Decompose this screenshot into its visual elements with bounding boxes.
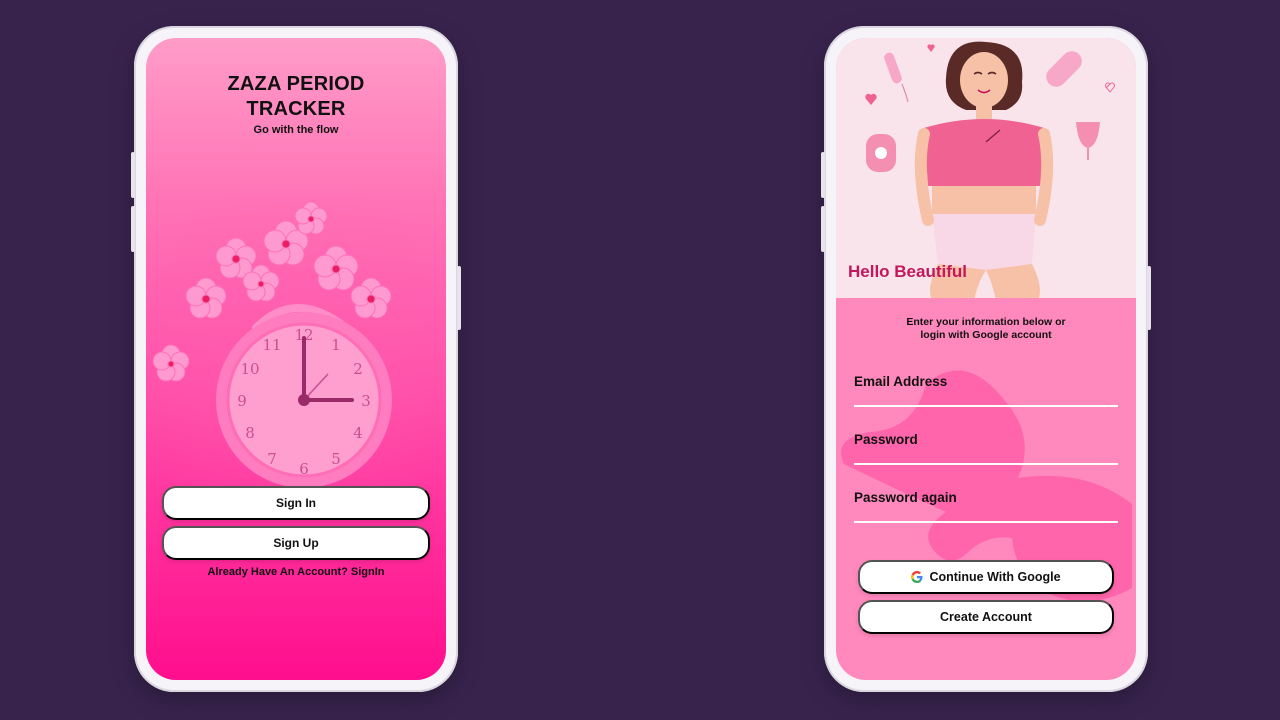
phone-volume-button bbox=[131, 152, 135, 198]
email-field: Email Address bbox=[854, 374, 1118, 407]
phone-volume-button bbox=[821, 152, 825, 198]
field-underline bbox=[854, 405, 1118, 407]
welcome-screen: ZAZA PERIOD TRACKER Go with the flow 12 … bbox=[146, 38, 446, 680]
svg-text:3: 3 bbox=[361, 392, 371, 410]
phone-power-button bbox=[457, 266, 461, 330]
password-field: Password bbox=[854, 432, 1118, 465]
phone-power-button bbox=[1147, 266, 1151, 330]
field-underline bbox=[854, 521, 1118, 523]
intro-line: login with Google account bbox=[920, 329, 1052, 341]
already-have-account-link[interactable]: Already Have An Account? SignIn bbox=[146, 566, 446, 578]
signup-form: Enter your information below or login wi… bbox=[836, 298, 1136, 680]
woman-illustration bbox=[865, 41, 1115, 300]
field-underline bbox=[854, 463, 1118, 465]
tampon-icon bbox=[884, 52, 909, 103]
phone-frame-signup: Hello Beautiful Enter your information b… bbox=[821, 26, 1151, 692]
sign-up-button[interactable]: Sign Up bbox=[162, 526, 430, 560]
svg-text:6: 6 bbox=[299, 460, 309, 478]
email-input[interactable] bbox=[854, 392, 1118, 406]
phone-volume-button bbox=[821, 206, 825, 252]
menstrual-cup-icon bbox=[1076, 122, 1100, 160]
google-icon bbox=[911, 571, 923, 583]
app-title-line: TRACKER bbox=[246, 98, 346, 120]
sign-in-button[interactable]: Sign In bbox=[162, 486, 430, 520]
app-title-line: ZAZA PERIOD bbox=[227, 73, 365, 95]
app-tagline: Go with the flow bbox=[253, 124, 339, 136]
phone-frame-welcome: ZAZA PERIOD TRACKER Go with the flow 12 … bbox=[131, 26, 461, 692]
signup-screen: Hello Beautiful Enter your information b… bbox=[836, 38, 1136, 680]
greeting-heading: Hello Beautiful bbox=[848, 262, 968, 281]
password-again-label: Password again bbox=[854, 490, 957, 505]
svg-text:10: 10 bbox=[240, 360, 259, 378]
svg-text:2: 2 bbox=[353, 360, 363, 378]
illustration-panel: Hello Beautiful bbox=[836, 38, 1136, 300]
app-title: ZAZA PERIOD TRACKER bbox=[146, 72, 446, 122]
password-label: Password bbox=[854, 432, 918, 447]
svg-text:11: 11 bbox=[262, 336, 281, 354]
svg-text:1: 1 bbox=[331, 336, 341, 354]
svg-text:9: 9 bbox=[237, 392, 247, 410]
svg-text:4: 4 bbox=[353, 424, 363, 442]
google-button-label: Continue With Google bbox=[929, 570, 1061, 584]
svg-text:7: 7 bbox=[267, 450, 277, 468]
email-label: Email Address bbox=[854, 374, 948, 389]
form-intro-text: Enter your information below or login wi… bbox=[836, 316, 1136, 342]
svg-text:5: 5 bbox=[331, 450, 341, 468]
svg-text:8: 8 bbox=[245, 424, 255, 442]
password-again-input[interactable] bbox=[854, 508, 1118, 522]
phone-volume-button bbox=[131, 206, 135, 252]
password-again-field: Password again bbox=[854, 490, 1118, 523]
clock-flower-illustration: 12 1 2 3 4 5 6 7 8 9 10 11 bbox=[146, 188, 446, 498]
intro-line: Enter your information below or bbox=[906, 316, 1066, 328]
create-account-button[interactable]: Create Account bbox=[858, 600, 1114, 634]
continue-with-google-button[interactable]: Continue With Google bbox=[858, 560, 1114, 594]
password-input[interactable] bbox=[854, 450, 1118, 464]
showcase-stage: ZAZA PERIOD TRACKER Go with the flow 12 … bbox=[0, 0, 1280, 720]
